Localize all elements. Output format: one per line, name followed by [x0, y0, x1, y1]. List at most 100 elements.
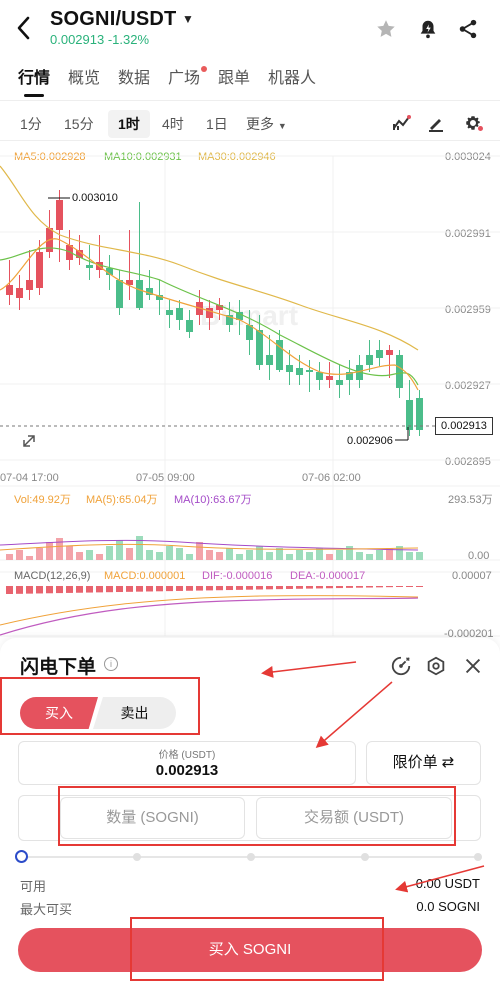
price-input-value: 0.002913	[155, 762, 219, 779]
order-type-selector[interactable]: 限价单 ⇄	[366, 741, 481, 785]
back-icon[interactable]	[14, 14, 38, 44]
macd-dif-line	[0, 597, 419, 636]
volume-bar	[166, 546, 173, 560]
volume-bar	[146, 550, 153, 560]
notification-dot	[201, 66, 207, 72]
candle-body	[16, 288, 23, 298]
tab-square[interactable]: 广场	[168, 64, 200, 88]
macd-value: MACD:0.000001	[104, 570, 186, 582]
interval-1m[interactable]: 1分	[20, 114, 42, 134]
panel-title: 闪电下单	[20, 657, 97, 678]
slider-thumb[interactable]	[15, 850, 28, 863]
candle-body	[26, 280, 33, 290]
volume-bar	[116, 540, 123, 560]
volume-bar	[226, 548, 233, 560]
candle-body	[36, 252, 43, 288]
candle-body	[186, 320, 193, 332]
volume-bar	[86, 550, 93, 560]
macd-params: MACD(12,26,9)	[14, 570, 91, 582]
volume-bar	[266, 552, 273, 560]
candle-body	[366, 355, 373, 365]
interval-15m[interactable]: 15分	[64, 114, 94, 134]
slider-step[interactable]	[133, 853, 141, 861]
high-price-label: 0.003010	[72, 192, 118, 204]
volume-bar	[76, 552, 83, 560]
macd-bar	[306, 586, 313, 589]
macd-bar	[256, 586, 263, 590]
macd-bar	[416, 586, 423, 587]
macd-bar	[136, 586, 143, 592]
macd-bar	[336, 586, 343, 589]
expand-icon[interactable]	[23, 435, 35, 447]
caret-down-icon: ▼	[277, 121, 287, 131]
volume-bar	[416, 552, 423, 560]
macd-bar	[76, 586, 83, 593]
volume-bar	[156, 552, 163, 560]
macd-bar	[346, 586, 353, 588]
tab-bots[interactable]: 机器人	[268, 64, 316, 88]
tabs-divider	[0, 100, 500, 101]
alert-bell-icon[interactable]	[417, 18, 439, 40]
macd-bar	[376, 586, 383, 588]
slider-step[interactable]	[474, 853, 482, 861]
tab-data[interactable]: 数据	[118, 64, 150, 88]
volume-bar	[236, 554, 243, 560]
buy-submit-button[interactable]: 买入 SOGNI	[18, 928, 482, 972]
candle-body	[86, 265, 93, 268]
macd-bar	[146, 586, 153, 592]
share-icon[interactable]	[457, 18, 479, 40]
macd-bar	[46, 586, 53, 594]
macd-bar	[286, 586, 293, 589]
tab-market[interactable]: 行情	[18, 64, 50, 88]
star-icon[interactable]	[375, 18, 397, 40]
quantity-input[interactable]: 数量 (SOGNI)	[60, 797, 245, 839]
vol-ma10-legend: MA(10):63.67万	[174, 494, 252, 506]
low-price-label: 0.002906	[347, 435, 393, 447]
settings-gear-icon[interactable]	[464, 114, 483, 137]
time-axis-label: 07-04 17:00	[0, 472, 59, 484]
interval-bar: 1分 15分 1时 4时 1日 更多 ▼	[0, 108, 500, 138]
tab-overview[interactable]: 概览	[68, 64, 100, 88]
main-tabs: 行情 概览 数据 广场 跟单 机器人	[0, 64, 500, 97]
volume-bar	[186, 554, 193, 560]
slider-step[interactable]	[247, 853, 255, 861]
close-icon[interactable]	[462, 655, 484, 677]
candle-body	[166, 310, 173, 315]
vol-ma5-legend: MA(5):65.04万	[86, 494, 158, 506]
interval-4h[interactable]: 4时	[162, 114, 184, 134]
settings-hex-icon[interactable]	[425, 655, 447, 677]
interval-1h[interactable]: 1时	[108, 110, 150, 138]
macd-bar	[16, 586, 23, 594]
pair-title[interactable]: SOGNI/USDT	[50, 8, 176, 31]
current-price-tag: 0.002913	[435, 417, 493, 435]
indicator-icon[interactable]	[392, 114, 412, 137]
buy-tab-button[interactable]: 买入	[20, 697, 98, 729]
info-icon[interactable]: i	[104, 657, 118, 671]
candle-body	[256, 330, 263, 365]
tab-copy-trading[interactable]: 跟单	[218, 64, 250, 88]
macd-bar	[396, 586, 403, 587]
candle-body	[326, 376, 333, 380]
volume-bar	[176, 548, 183, 560]
slider-step[interactable]	[361, 853, 369, 861]
volume-bar	[246, 550, 253, 560]
speed-gauge-icon[interactable]	[390, 655, 412, 677]
amount-input[interactable]: 交易额 (USDT)	[256, 797, 452, 839]
macd-bar	[106, 586, 113, 593]
interval-more[interactable]: 更多 ▼	[246, 114, 287, 134]
interval-1d[interactable]: 1日	[206, 114, 228, 134]
volume-bar	[326, 554, 333, 560]
volume-bar	[136, 536, 143, 560]
volume-bar	[96, 554, 103, 560]
volume-bar	[216, 552, 223, 560]
macd-bar	[26, 586, 33, 594]
vol-axis-label: 293.53万	[448, 494, 493, 506]
interval-more-label: 更多	[246, 116, 274, 132]
price-change: 0.002913 -1.32%	[50, 32, 150, 47]
macd-bar	[126, 586, 133, 592]
chevron-down-icon[interactable]: ▼	[182, 12, 194, 26]
draw-pen-icon[interactable]	[427, 114, 445, 137]
candle-body	[296, 368, 303, 375]
sell-tab-button[interactable]: 卖出	[93, 697, 176, 729]
kline-chart[interactable]: Bitmart 0.003010 0.002906	[0, 140, 500, 640]
